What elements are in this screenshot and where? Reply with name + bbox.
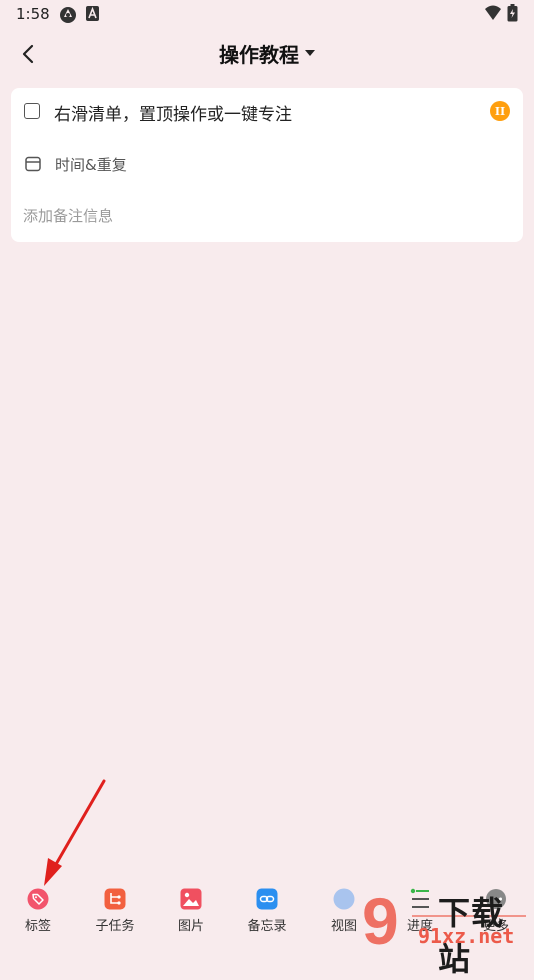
wifi-icon: [485, 5, 501, 20]
priority-badge[interactable]: II: [490, 101, 510, 121]
app-notification-icon: [86, 6, 99, 21]
image-label: 图片: [177, 919, 204, 934]
top-bar: 操作教程: [0, 30, 534, 76]
task-card: 右滑清单，置顶操作或一键专注 II 时间&重复 添加备注信息: [11, 88, 523, 242]
tag-button[interactable]: 标签: [3, 888, 73, 944]
title-dropdown[interactable]: 操作教程: [0, 30, 534, 76]
calendar-icon: [25, 156, 41, 172]
memo-button[interactable]: 备忘录: [232, 888, 302, 944]
memo-label: 备忘录: [247, 919, 287, 934]
note-input[interactable]: 添加备注信息: [23, 205, 113, 226]
subtask-label: 子任务: [95, 919, 135, 934]
status-bar: 1:58: [0, 0, 534, 28]
subtask-button[interactable]: 子任务: [80, 888, 150, 944]
image-button[interactable]: 图片: [156, 888, 226, 944]
task-checkbox[interactable]: [24, 103, 40, 119]
back-arrow-icon[interactable]: [12, 38, 44, 70]
caret-down-icon: [305, 50, 315, 56]
view-icon: [333, 888, 355, 910]
svg-text:9: 9: [362, 884, 399, 950]
subtask-icon: [104, 888, 126, 910]
page-title: 操作教程: [219, 42, 299, 67]
memo-icon: [256, 888, 278, 910]
watermark: 9 下载站 91xz.net: [360, 882, 534, 978]
status-time: 1:58: [16, 5, 50, 23]
tag-label: 标签: [24, 919, 51, 934]
image-icon: [180, 888, 202, 910]
time-repeat-option[interactable]: 时间&重复: [55, 154, 127, 175]
battery-icon: [507, 4, 518, 22]
watermark-url: 91xz.net: [418, 924, 515, 948]
sync-icon: [60, 7, 76, 23]
tag-icon: [27, 888, 49, 910]
task-title[interactable]: 右滑清单，置顶操作或一键专注: [54, 100, 292, 125]
